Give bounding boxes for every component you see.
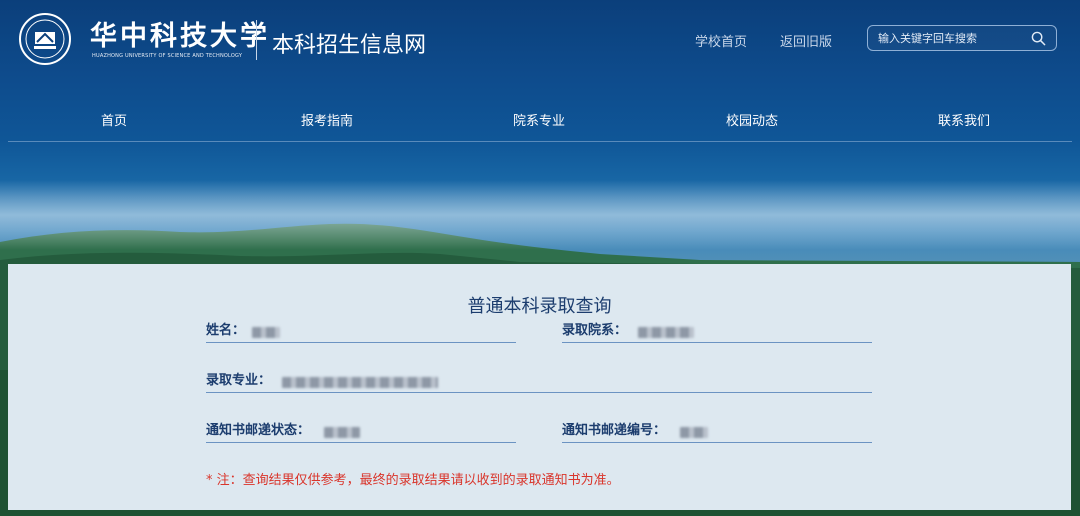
university-logo[interactable] bbox=[10, 12, 80, 66]
admission-query-panel: 普通本科录取查询 姓名： 录取院系： 录取专业： 通知书邮递状态： 通知书邮递编… bbox=[8, 264, 1071, 510]
university-name-en: HUAZHONG UNIVERSITY OF SCIENCE AND TECHN… bbox=[92, 53, 243, 59]
search-box bbox=[867, 25, 1057, 51]
university-name: 华中科技大学 bbox=[90, 21, 270, 52]
site-title: 本科招生信息网 bbox=[272, 33, 427, 58]
name-value-redacted bbox=[252, 327, 280, 338]
name-field: 姓名： bbox=[206, 322, 516, 343]
major-label: 录取专业： bbox=[206, 373, 272, 388]
nav-item-majors[interactable]: 院系专业 bbox=[513, 110, 565, 129]
major-field: 录取专业： bbox=[206, 372, 872, 393]
header-divider bbox=[256, 20, 257, 60]
college-field: 录取院系： bbox=[562, 322, 872, 343]
mail-status-field: 通知书邮递状态： bbox=[206, 422, 516, 443]
mail-status-value-redacted bbox=[324, 427, 360, 438]
mail-status-label: 通知书邮递状态： bbox=[206, 423, 311, 438]
nav-item-home[interactable]: 首页 bbox=[101, 110, 127, 129]
page: 华中科技大学 HUAZHONG UNIVERSITY OF SCIENCE AN… bbox=[0, 0, 1080, 516]
school-home-link[interactable]: 学校首页 bbox=[695, 31, 747, 50]
search-icon[interactable] bbox=[1031, 31, 1046, 46]
old-version-link[interactable]: 返回旧版 bbox=[780, 31, 832, 50]
major-value-redacted bbox=[282, 377, 438, 388]
main-nav: 首页 报考指南 院系专业 校园动态 联系我们 bbox=[8, 98, 1072, 142]
disclaimer-note: * 注：查询结果仅供参考，最终的录取结果请以收到的录取通知书为准。 bbox=[206, 473, 620, 488]
nav-item-guide[interactable]: 报考指南 bbox=[301, 110, 353, 129]
mail-number-field: 通知书邮递编号： bbox=[562, 422, 872, 443]
site-header: 华中科技大学 HUAZHONG UNIVERSITY OF SCIENCE AN… bbox=[0, 0, 1080, 80]
panel-title: 普通本科录取查询 bbox=[467, 296, 612, 317]
mail-number-value-redacted bbox=[680, 427, 708, 438]
name-label: 姓名： bbox=[206, 323, 246, 338]
college-value-redacted bbox=[638, 327, 694, 338]
search-input[interactable] bbox=[878, 29, 1028, 47]
college-label: 录取院系： bbox=[562, 323, 628, 338]
nav-item-news[interactable]: 校园动态 bbox=[726, 110, 778, 129]
nav-item-contact[interactable]: 联系我们 bbox=[938, 110, 990, 129]
mail-number-label: 通知书邮递编号： bbox=[562, 423, 667, 438]
